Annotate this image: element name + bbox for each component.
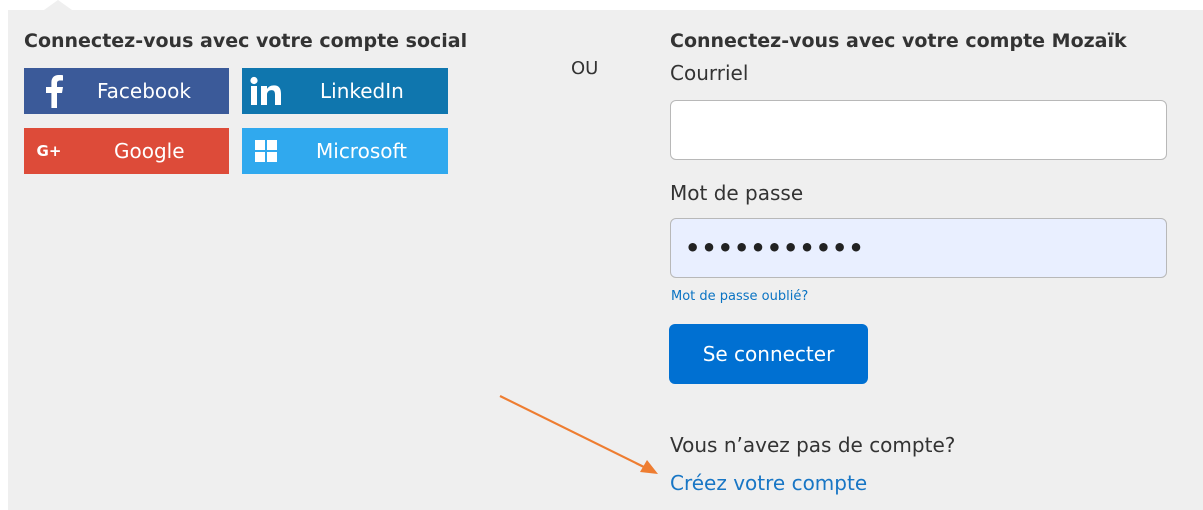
linkedin-icon: [242, 68, 290, 114]
email-field[interactable]: [670, 100, 1167, 160]
microsoft-login-button[interactable]: Microsoft: [242, 128, 448, 174]
or-separator: OU: [571, 58, 599, 79]
email-label: Courriel: [670, 61, 749, 85]
linkedin-label: LinkedIn: [320, 79, 404, 103]
create-account-link[interactable]: Créez votre compte: [670, 471, 867, 495]
facebook-label: Facebook: [97, 79, 191, 103]
social-login-title: Connectez-vous avec votre compte social: [24, 30, 468, 52]
forgot-password-link[interactable]: Mot de passe oublié?: [671, 289, 808, 304]
google-login-button[interactable]: G+ Google: [24, 128, 229, 174]
login-button[interactable]: Se connecter: [669, 324, 868, 384]
google-label: Google: [114, 139, 185, 163]
microsoft-label: Microsoft: [316, 139, 408, 163]
google-plus-icon: G+: [36, 142, 62, 160]
facebook-login-button[interactable]: Facebook: [24, 68, 229, 114]
mozaik-login-title: Connectez-vous avec votre compte Mozaïk: [670, 30, 1127, 52]
no-account-text: Vous n’avez pas de compte?: [670, 433, 956, 457]
linkedin-login-button[interactable]: LinkedIn: [242, 68, 448, 114]
windows-icon: [242, 128, 290, 174]
panel-pointer: [44, 0, 72, 10]
facebook-icon: [24, 68, 84, 114]
password-label: Mot de passe: [670, 181, 804, 205]
password-field[interactable]: •••••••••••: [670, 218, 1167, 278]
